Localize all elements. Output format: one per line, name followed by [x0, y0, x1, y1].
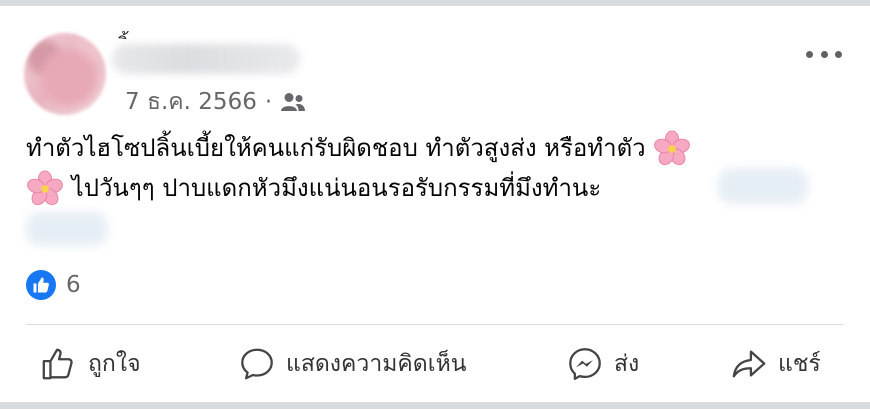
avatar[interactable] [24, 33, 106, 115]
cherry-blossom-icon [654, 130, 691, 166]
redacted-text [26, 212, 108, 246]
author-name-redacted[interactable] [112, 44, 300, 74]
send-button[interactable]: ส่ง [566, 336, 639, 392]
like-icon [26, 270, 56, 300]
cherry-blossom-icon [27, 170, 63, 206]
reaction-summary[interactable]: 6 [26, 270, 81, 300]
meta-separator: · [264, 89, 273, 115]
friends-icon[interactable] [280, 92, 306, 112]
post-text-line-1: ทำตัวไฮโซปลิ้นเบี้ยให้คนแก่รับผิดชอบ ทำต… [26, 130, 691, 168]
messenger-icon [569, 348, 601, 380]
post-text-line-2: ไปวันๆๆ ปาบแดกหัวมึงแน่นอนรอรับกรรมที่มึ… [26, 170, 601, 208]
action-bar: ถูกใจ แสดงความคิดเห็น ส่ง แชร์ [0, 336, 870, 392]
post-card: ิ้ 7 ธ.ค. 2566 · ทำตัวไฮโซปลิ้นเบี้ยให้ค… [0, 6, 870, 402]
reaction-count: 6 [66, 272, 81, 298]
comment-button[interactable]: แสดงความคิดเห็น [238, 336, 466, 392]
post-date[interactable]: 7 ธ.ค. 2566 [125, 84, 257, 120]
more-options-icon[interactable] [806, 44, 842, 64]
share-icon [732, 350, 766, 378]
post-meta: 7 ธ.ค. 2566 · [125, 87, 306, 117]
comment-icon [241, 348, 273, 380]
share-button[interactable]: แชร์ [730, 336, 821, 392]
divider [26, 324, 844, 325]
like-button[interactable]: ถูกใจ [40, 336, 141, 392]
redacted-text [718, 168, 808, 204]
thumbs-up-icon [42, 348, 73, 380]
